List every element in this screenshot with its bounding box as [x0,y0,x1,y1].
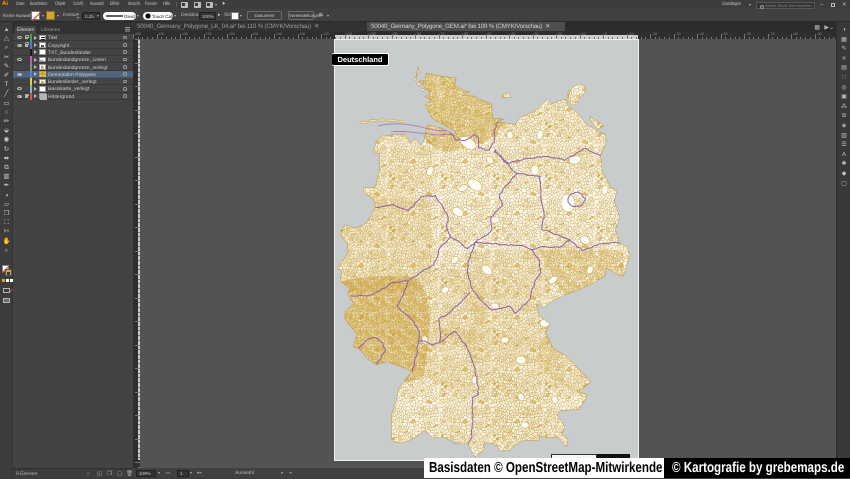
svg-text:Gleichm.: Gleichm. [124,14,136,19]
svg-text:Touch Callig...: Touch Callig... [152,14,173,19]
